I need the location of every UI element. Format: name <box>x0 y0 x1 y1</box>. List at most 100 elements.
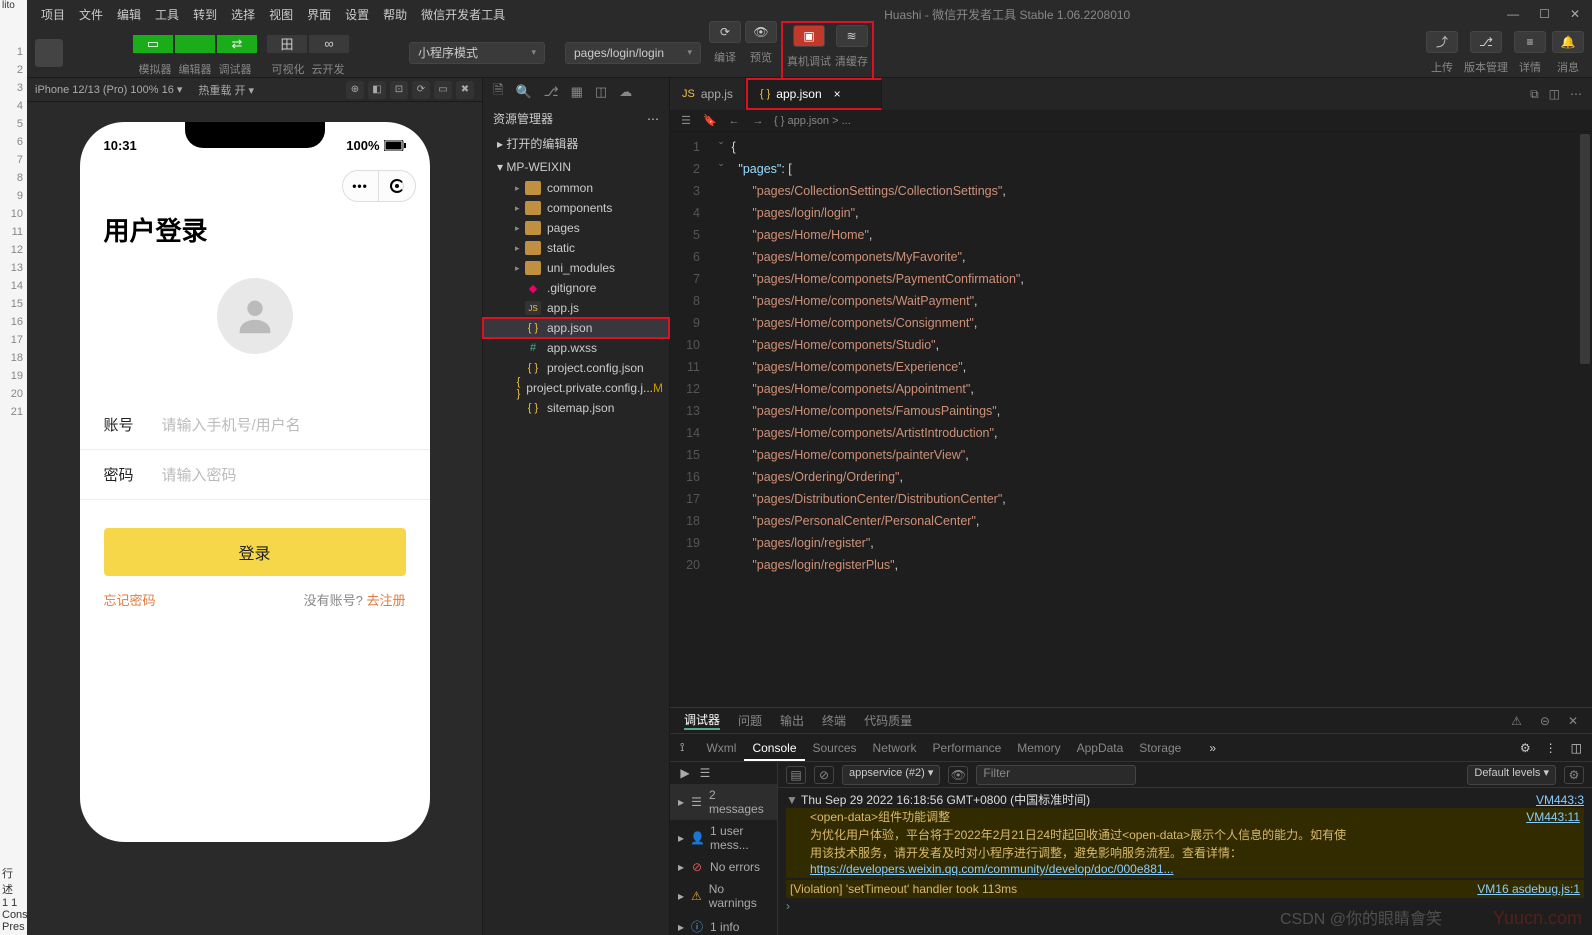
menu-item[interactable]: 设置 <box>339 3 375 26</box>
inspect-icon[interactable]: ⟟ <box>680 740 684 755</box>
tab-app.json[interactable]: { }app.json× <box>746 78 882 110</box>
tree-project.config.json[interactable]: { }project.config.json <box>483 358 669 378</box>
menu-item[interactable]: 选择 <box>225 3 261 26</box>
console-filter-row[interactable]: ▸☰2 messages <box>670 784 777 820</box>
capsule-menu[interactable]: ••• <box>342 170 416 202</box>
menu-item[interactable]: 工具 <box>149 3 185 26</box>
list-icon[interactable]: ☰ <box>678 114 694 127</box>
settings-icon[interactable]: ⚙ <box>1564 766 1584 784</box>
menu-item[interactable]: 编辑 <box>111 3 147 26</box>
action-真机调试[interactable]: ▣ <box>793 25 825 47</box>
action-预览[interactable]: 👁 <box>745 21 777 43</box>
console-filter-row[interactable]: ▸⊘No errors <box>670 856 777 878</box>
source-link[interactable]: VM443:3 <box>1536 792 1584 808</box>
console-filter-row[interactable]: ▸👤1 user mess... <box>670 820 777 856</box>
device-select[interactable]: iPhone 12/13 (Pro) 100% 16 ▾ <box>35 83 182 96</box>
tab-app.js[interactable]: JSapp.js <box>670 78 746 110</box>
ext-icon[interactable]: ◫ <box>595 84 607 100</box>
tree-uni_modules[interactable]: ▸uni_modules <box>483 258 669 278</box>
console-filter-row[interactable]: ▸⚠No warnings <box>670 878 777 914</box>
capsule-target-icon[interactable] <box>379 171 415 201</box>
capsule-dots-icon[interactable]: ••• <box>343 171 379 201</box>
register-link[interactable]: 去注册 <box>366 593 405 608</box>
more-icon[interactable]: ⋯ <box>1570 87 1582 101</box>
panel-btn-icon[interactable]: ⚠ <box>1511 714 1522 728</box>
action-清缓存[interactable]: ≋ <box>836 25 868 47</box>
dots-icon[interactable]: ⋮ <box>1545 741 1557 755</box>
login-button[interactable]: 登录 <box>104 528 406 576</box>
menu-item[interactable]: 项目 <box>35 3 71 26</box>
panel-btn-icon[interactable]: ✕ <box>1568 714 1578 728</box>
panel-btn-icon[interactable]: ⊝ <box>1540 714 1550 728</box>
subtab-Network[interactable]: Network <box>865 737 925 759</box>
right-消息[interactable]: 🔔 <box>1552 31 1584 53</box>
toolbar-编辑器[interactable] <box>175 29 215 59</box>
open-editors-section[interactable]: ▸ 打开的编辑器 <box>483 131 669 156</box>
bottom-tab-调试器[interactable]: 调试器 <box>684 711 720 730</box>
toolbar-云开发[interactable]: ∞ <box>309 29 349 59</box>
menu-item[interactable]: 界面 <box>301 3 337 26</box>
maximize-button[interactable]: ☐ <box>1535 5 1554 23</box>
ext-icon[interactable]: ▦ <box>571 84 583 100</box>
menu-item[interactable]: 视图 <box>263 3 299 26</box>
source-link[interactable]: VM443:11 <box>1526 809 1580 825</box>
forgot-link[interactable]: 忘记密码 <box>104 590 156 609</box>
tree-app.json[interactable]: { }app.json <box>483 318 669 338</box>
eye-icon[interactable]: 👁 <box>948 766 968 784</box>
tree-pages[interactable]: ▸pages <box>483 218 669 238</box>
bookmark-icon[interactable]: 🔖 <box>702 114 718 127</box>
fwd-icon[interactable]: → <box>750 115 766 127</box>
dock-icon[interactable]: ◫ <box>1571 741 1582 755</box>
toolbar-模拟器[interactable]: ▭ <box>133 29 173 59</box>
avatar-placeholder[interactable] <box>35 39 63 67</box>
bottom-tab-输出[interactable]: 输出 <box>780 712 804 729</box>
tree-app.js[interactable]: JSapp.js <box>483 298 669 318</box>
menu-item[interactable]: 文件 <box>73 3 109 26</box>
back-icon[interactable]: ← <box>726 115 742 127</box>
search-icon[interactable]: 🔍 <box>515 84 531 100</box>
more-icon[interactable]: ⋯ <box>647 112 659 126</box>
menu-item[interactable]: 帮助 <box>377 3 413 26</box>
tree-.gitignore[interactable]: ◆.gitignore <box>483 278 669 298</box>
filter-input[interactable]: Filter <box>976 765 1136 785</box>
subtab-Wxml[interactable]: Wxml <box>698 737 744 759</box>
right-版本管理[interactable]: ⎇ <box>1470 31 1502 53</box>
sim-tool-icon[interactable]: ✖ <box>456 81 474 99</box>
bottom-tab-终端[interactable]: 终端 <box>822 712 846 729</box>
project-section[interactable]: ▾ MP-WEIXIN <box>483 156 669 178</box>
tree-project.private.config.j...[interactable]: { }project.private.config.j...M <box>483 378 669 398</box>
sidebar-toggle-icon[interactable]: ▤ <box>786 766 806 784</box>
doc-link[interactable]: https://developers.weixin.qq.com/communi… <box>810 862 1174 876</box>
subtab-Memory[interactable]: Memory <box>1009 737 1068 759</box>
settings-icon[interactable]: ⚙ <box>1520 741 1531 755</box>
subtab-AppData[interactable]: AppData <box>1069 737 1132 759</box>
source-link[interactable]: VM16 asdebug.js:1 <box>1477 881 1580 897</box>
compare-icon[interactable]: ⧉ <box>1530 87 1539 102</box>
sim-tool-icon[interactable]: ⊡ <box>390 81 408 99</box>
hot-reload[interactable]: 热重载 开 ▾ <box>198 82 254 98</box>
password-field[interactable]: 密码 请输入密码 <box>80 450 430 500</box>
toolbar-可视化[interactable]: 田 <box>267 29 307 59</box>
right-上传[interactable]: ⤴ <box>1426 31 1458 53</box>
account-field[interactable]: 账号 请输入手机号/用户名 <box>80 400 430 450</box>
sim-tool-icon[interactable]: ⊕ <box>346 81 364 99</box>
toolbar-调试器[interactable]: ⇄ <box>217 29 257 59</box>
menu-item[interactable]: 微信开发者工具 <box>415 3 511 26</box>
split-icon[interactable]: ◫ <box>1549 87 1560 101</box>
explorer-icon[interactable]: 🗎 <box>493 81 503 103</box>
console-prompt[interactable]: › <box>786 899 790 913</box>
close-button[interactable]: ✕ <box>1566 5 1584 23</box>
bottom-tab-代码质量[interactable]: 代码质量 <box>864 712 912 729</box>
branch-icon[interactable]: ⎇ <box>544 84 559 100</box>
minimize-button[interactable]: — <box>1503 5 1523 23</box>
tree-static[interactable]: ▸static <box>483 238 669 258</box>
close-tab-icon[interactable]: × <box>834 87 841 101</box>
more-tabs-icon[interactable]: » <box>1209 741 1216 755</box>
menu-item[interactable]: 转到 <box>187 3 223 26</box>
subtab-Console[interactable]: Console <box>744 737 804 761</box>
tree-sitemap.json[interactable]: { }sitemap.json <box>483 398 669 418</box>
subtab-Storage[interactable]: Storage <box>1131 737 1189 759</box>
console-filter-row[interactable]: ▸ⓘ1 info <box>670 914 777 935</box>
code-area[interactable]: 1234567891011121314151617181920 ⌄⌄ { "pa… <box>670 132 1592 707</box>
subtab-Sources[interactable]: Sources <box>805 737 865 759</box>
